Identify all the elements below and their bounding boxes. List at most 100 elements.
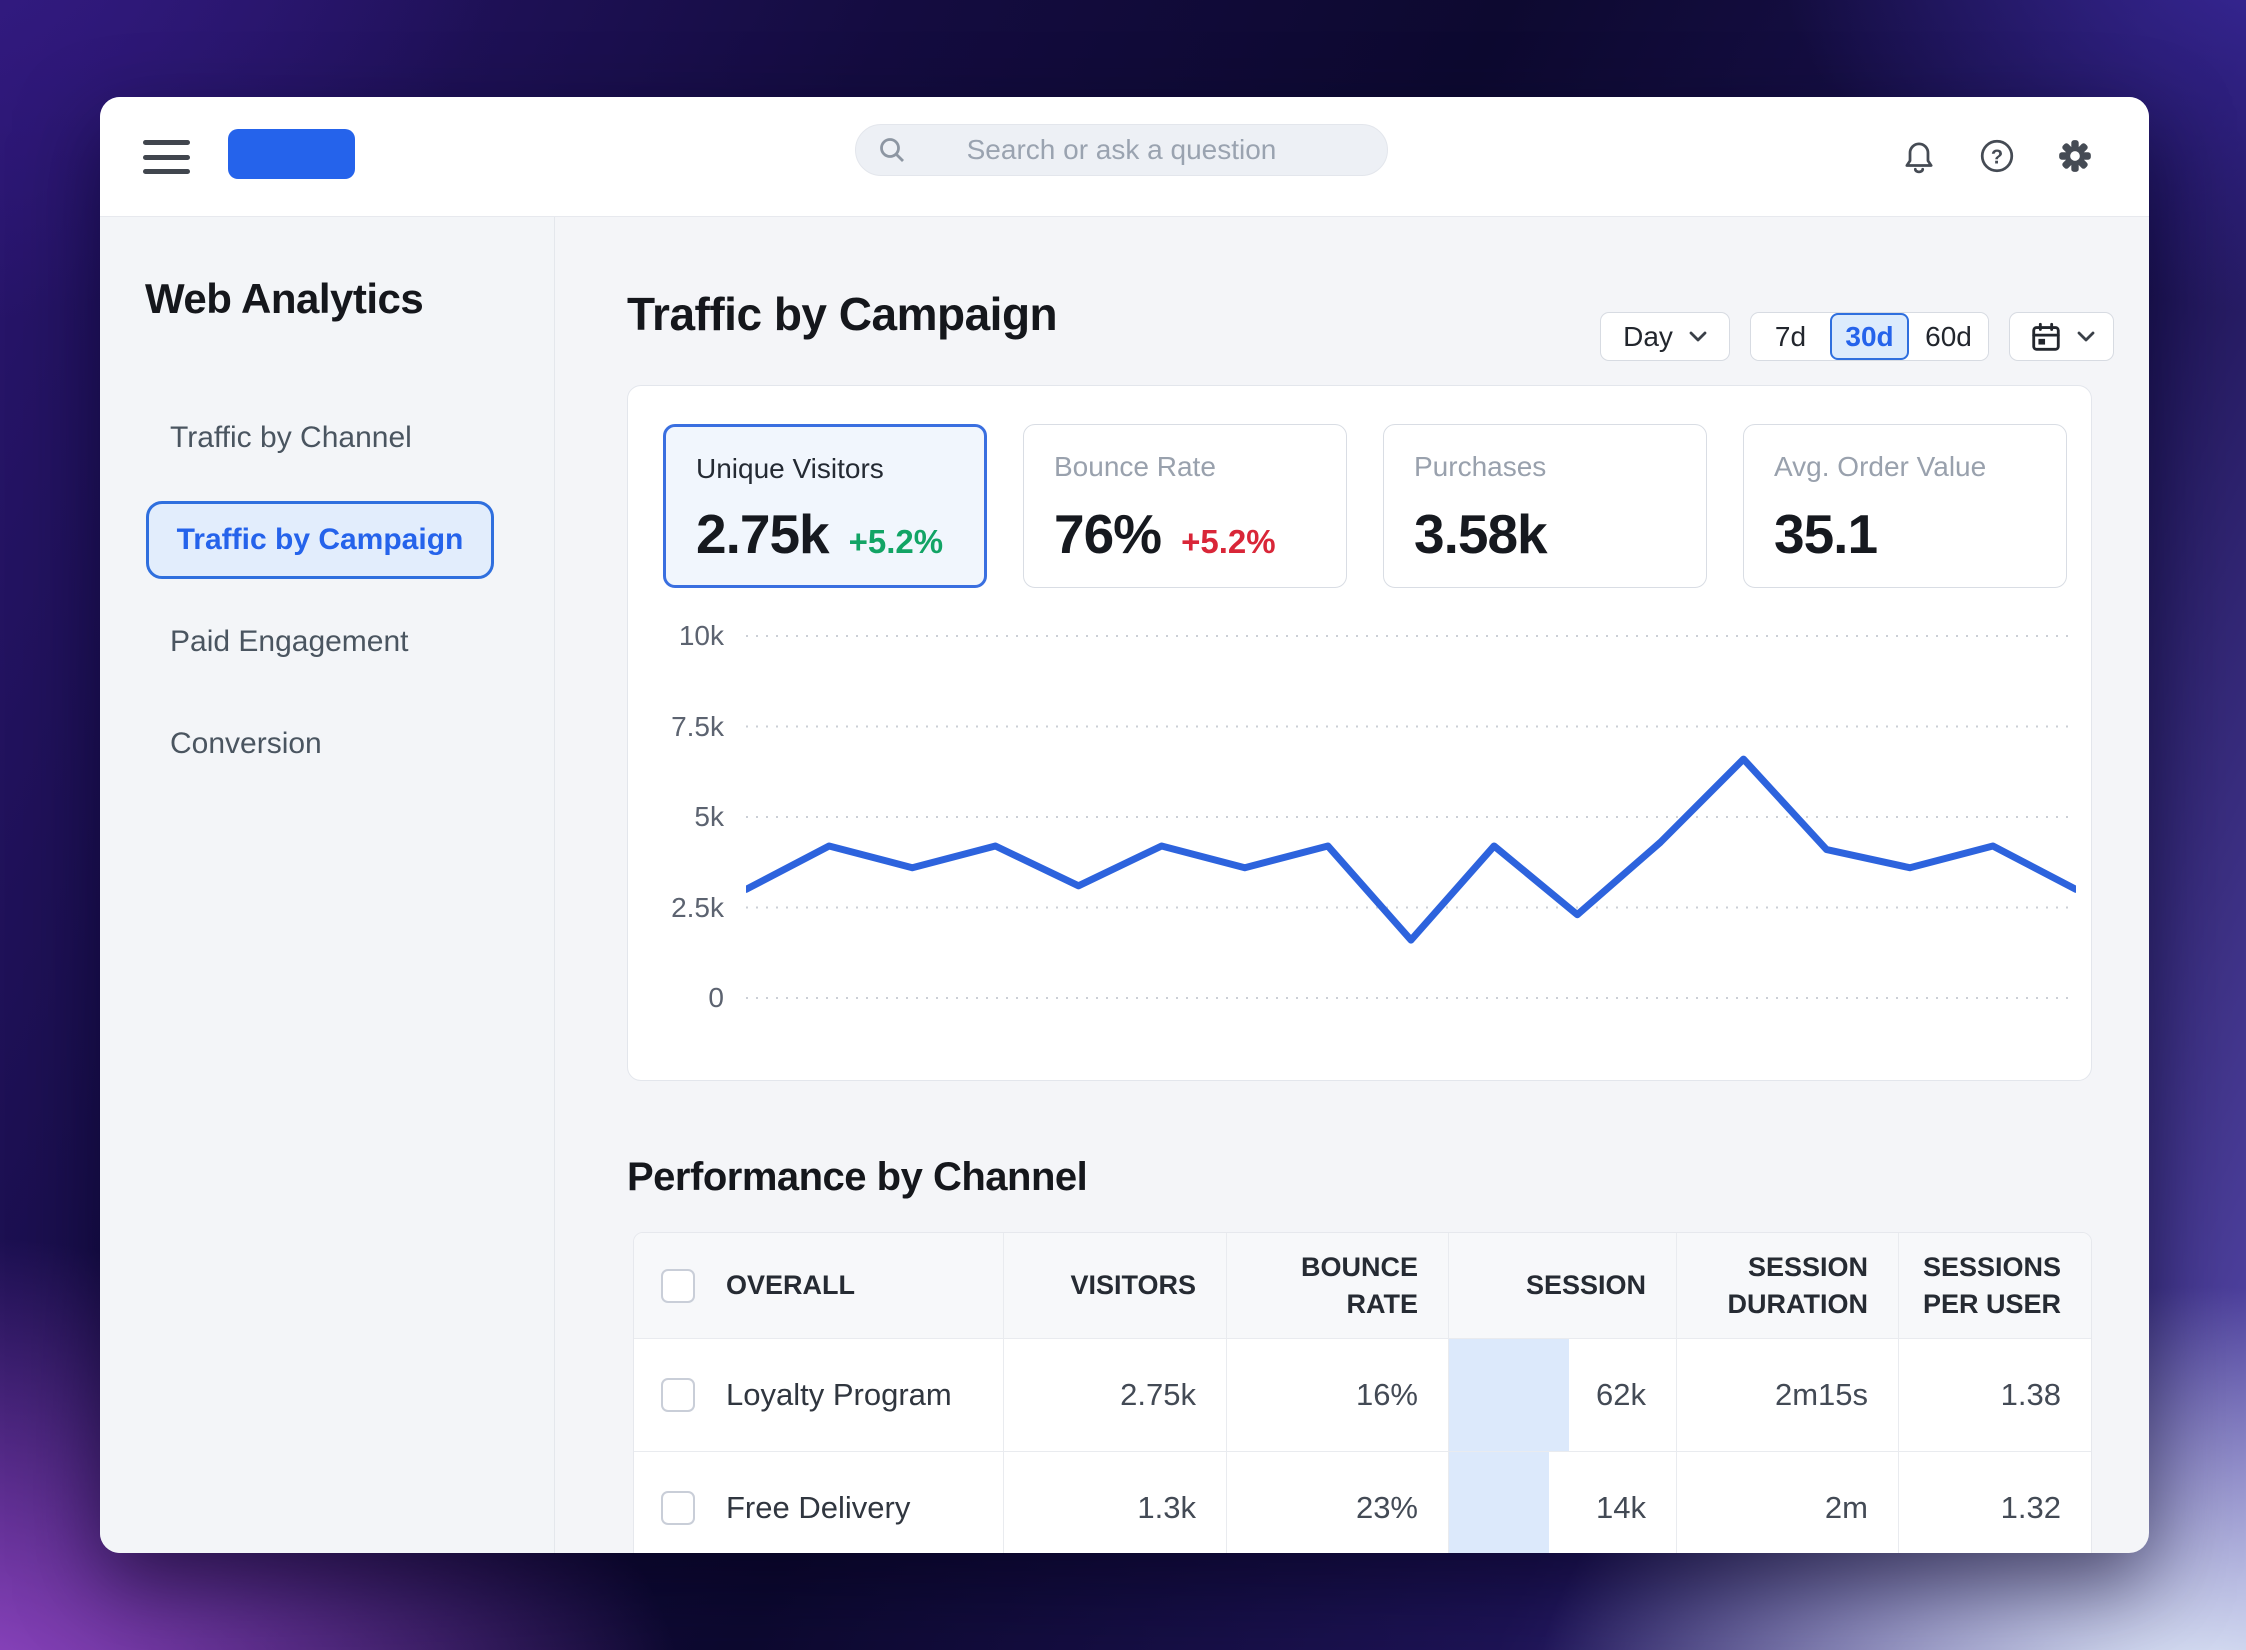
cell-value: 23% <box>1355 1490 1418 1525</box>
row-name-cell: Free Delivery <box>634 1452 1004 1553</box>
kpi-value: 3.58k <box>1414 503 1548 565</box>
notifications-bell-icon[interactable] <box>1900 137 1938 175</box>
row-name: Loyalty Program <box>726 1377 952 1412</box>
cell-session_duration: 2m15s <box>1677 1339 1899 1451</box>
table-header-row: OVERALL VISITORS BOUNCE RATE SESSION SESSION… <box>634 1233 2091 1339</box>
chevron-down-icon <box>1689 331 1707 342</box>
cell-value: 1.32 <box>2000 1490 2061 1525</box>
sidebar-nav: Traffic by Channel Traffic by Campaign Pai… <box>100 387 554 795</box>
table-row-loyalty-program[interactable]: Loyalty Program 2.75k 16% 62k 2m15s 1.38 <box>634 1339 2091 1452</box>
kpi-change-badge: +5.2% <box>848 523 944 560</box>
y-tick-label: 2.5k <box>671 891 724 923</box>
cell-visitors: 1.3k <box>1004 1452 1227 1553</box>
cell-visitors: 2.75k <box>1004 1339 1227 1451</box>
kpi-label: Purchases <box>1414 451 1547 482</box>
cell-value: 2m15s <box>1774 1377 1868 1412</box>
row-checkbox[interactable] <box>661 1378 695 1412</box>
granularity-label: Day <box>1623 320 1673 352</box>
svg-text:?: ? <box>1991 146 2003 168</box>
cell-value: 14k <box>1596 1490 1646 1525</box>
session-bar <box>1449 1339 1570 1451</box>
cell-bounce_rate: 16% <box>1227 1339 1449 1451</box>
calendar-icon <box>2031 322 2060 351</box>
kpi-card-purchases[interactable]: Purchases 3.58k <box>1383 424 1707 588</box>
hamburger-menu-icon[interactable] <box>143 140 190 174</box>
sidebar-item-conversion[interactable]: Conversion <box>170 693 554 795</box>
section-title: Performance by Channel <box>627 1155 1088 1199</box>
granularity-dropdown[interactable]: Day <box>1600 312 1730 361</box>
page-title: Traffic by Campaign <box>627 288 1058 340</box>
search-bar[interactable] <box>855 124 1388 176</box>
kpi-cards: Unique Visitors 2.75k +5.2% Bounce Rate 76% +… <box>663 424 2067 588</box>
kpi-value-row: 76% +5.2% <box>1054 502 1276 566</box>
traffic-line-chart <box>746 635 2076 999</box>
app-logo <box>228 129 355 179</box>
row-name: Free Delivery <box>726 1490 911 1525</box>
chevron-down-icon <box>2077 331 2094 342</box>
table-header-session: SESSION <box>1449 1233 1677 1338</box>
app-window: ? Web Analytics Traffic by Chan <box>100 97 2149 1553</box>
cell-sessions_per_user: 1.32 <box>1899 1452 2091 1553</box>
cell-value: 62k <box>1596 1377 1646 1412</box>
cell-session_duration: 2m <box>1677 1452 1899 1553</box>
kpi-value-row: 3.58k <box>1414 502 1548 566</box>
table-body: Loyalty Program 2.75k 16% 62k 2m15s 1.38 Free … <box>634 1339 2091 1553</box>
column-label: VISITORS <box>1070 1270 1196 1301</box>
sidebar-item-traffic-by-campaign[interactable]: Traffic by Campaign <box>146 501 494 579</box>
cell-value: 1.3k <box>1137 1490 1196 1525</box>
session-bar <box>1449 1452 1549 1553</box>
kpi-value-row: 35.1 <box>1774 502 1878 566</box>
sidebar-item-traffic-by-channel[interactable]: Traffic by Channel <box>170 387 554 489</box>
kpi-label: Avg. Order Value <box>1774 451 1987 482</box>
kpi-label: Bounce Rate <box>1054 451 1216 482</box>
column-label: SESSION DURATION <box>1727 1252 1868 1319</box>
kpi-label: Unique Visitors <box>696 453 884 484</box>
traffic-chart-card: Unique Visitors 2.75k +5.2% Bounce Rate 76% +… <box>627 385 2092 1313</box>
cell-value: 1.38 <box>2000 1377 2061 1412</box>
table-header-sessions-per-user: SESSIONS PER USER <box>1899 1233 2091 1338</box>
help-icon[interactable]: ? <box>1978 137 2016 175</box>
cell-session: 14k <box>1449 1452 1677 1553</box>
cell-value: 16% <box>1355 1377 1418 1412</box>
range-option-60d[interactable]: 60d <box>1909 313 1988 360</box>
kpi-value: 35.1 <box>1774 503 1878 565</box>
y-tick-label: 7.5k <box>671 710 724 742</box>
range-option-30d[interactable]: 30d <box>1830 313 1909 360</box>
select-all-checkbox[interactable] <box>661 1268 695 1303</box>
kpi-card-bounce-rate[interactable]: Bounce Rate 76% +5.2% <box>1023 424 1347 588</box>
kpi-value: 2.75k <box>696 503 830 565</box>
toolbar: Day 7d 30d 60d <box>1600 312 2114 361</box>
range-option-7d[interactable]: 7d <box>1751 313 1830 360</box>
table-header-visitors: VISITORS <box>1004 1233 1227 1338</box>
sidebar: Web Analytics Traffic by Channel Traffic … <box>100 217 555 1553</box>
cell-value: 2.75k <box>1120 1377 1196 1412</box>
kpi-change-badge: +5.2% <box>1181 523 1276 560</box>
table-header-bounce-rate: BOUNCE RATE <box>1227 1233 1449 1338</box>
search-input[interactable] <box>856 125 1387 175</box>
range-segmented-control: 7d 30d 60d <box>1750 312 1989 361</box>
cell-bounce_rate: 23% <box>1227 1452 1449 1553</box>
row-checkbox[interactable] <box>661 1491 695 1525</box>
table-header-overall: OVERALL <box>634 1233 1004 1338</box>
search-icon <box>880 138 904 162</box>
column-label: BOUNCE RATE <box>1300 1252 1418 1319</box>
cell-value: 2m <box>1824 1490 1868 1525</box>
kpi-card-unique-visitors[interactable]: Unique Visitors 2.75k +5.2% <box>663 424 987 588</box>
column-label: SESSIONS PER USER <box>1922 1252 2061 1319</box>
column-label: SESSION <box>1525 1270 1646 1301</box>
cell-sessions_per_user: 1.38 <box>1899 1339 2091 1451</box>
kpi-card-avg-order-value[interactable]: Avg. Order Value 35.1 <box>1743 424 2067 588</box>
line-series-unique-visitors <box>746 755 2076 944</box>
chart-y-axis: 10k 7.5k 5k 2.5k 0 <box>628 616 724 1046</box>
date-picker-button[interactable] <box>2009 312 2114 361</box>
kpi-value-row: 2.75k +5.2% <box>696 502 943 566</box>
table-row-free-delivery[interactable]: Free Delivery 1.3k 23% 14k 2m 1.32 <box>634 1452 2091 1553</box>
sidebar-item-paid-engagement[interactable]: Paid Engagement <box>170 591 554 693</box>
sidebar-title: Web Analytics <box>145 275 424 322</box>
performance-table: OVERALL VISITORS BOUNCE RATE SESSION SESSION… <box>633 1232 2092 1553</box>
settings-gear-icon[interactable] <box>2056 137 2094 175</box>
top-bar: ? <box>100 97 2149 217</box>
main-content: Traffic by Campaign Day 7d 30d 60d Unique … <box>556 217 2149 1553</box>
kpi-value: 76% <box>1054 503 1162 565</box>
y-tick-label: 5k <box>694 801 724 832</box>
